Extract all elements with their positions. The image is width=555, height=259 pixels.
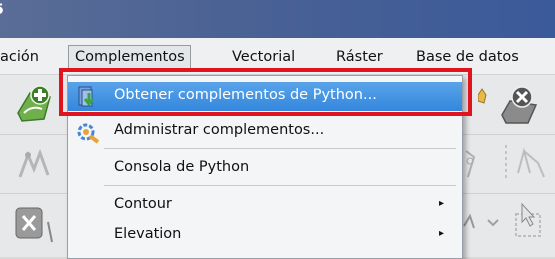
menu-item-label: Elevation <box>114 226 182 242</box>
window-titlebar: 5 <box>0 0 555 38</box>
menu-complementos[interactable]: Complementos <box>68 45 191 69</box>
menu-base-de-datos[interactable]: Base de datos <box>416 49 519 65</box>
menu-item-administrar-complementos[interactable]: Administrar complementos... <box>68 117 462 146</box>
select-features-icon[interactable] <box>510 200 550 244</box>
window-title: 5 <box>0 2 4 18</box>
menu-raster[interactable]: Ráster <box>336 49 383 65</box>
star-icon[interactable] <box>477 85 492 111</box>
plugin-manage-icon <box>76 120 102 148</box>
menu-configuracion[interactable]: ación <box>0 49 39 65</box>
submenu-arrow-icon: ▸ <box>438 198 444 209</box>
delete-selected-icon[interactable] <box>14 204 54 248</box>
menu-item-contour[interactable]: Contour ▸ <box>68 191 462 220</box>
annotation-highlight-box <box>59 68 472 116</box>
dropdown-chevron-icon[interactable] <box>462 210 502 238</box>
menu-separator <box>104 185 456 186</box>
menu-item-elevation[interactable]: Elevation ▸ <box>68 221 462 250</box>
submenu-arrow-icon: ▸ <box>438 228 444 239</box>
menu-vectorial[interactable]: Vectorial <box>232 49 295 65</box>
split-features-icon[interactable] <box>500 143 550 187</box>
menu-item-label: Contour <box>114 196 172 212</box>
remove-layer-icon[interactable] <box>498 85 542 131</box>
menu-item-consola-python[interactable]: Consola de Python <box>68 154 462 183</box>
menu-item-label: Consola de Python <box>114 159 250 175</box>
node-tool-icon[interactable] <box>462 147 478 185</box>
menu-separator <box>104 148 456 149</box>
add-layer-icon[interactable] <box>14 83 58 127</box>
digitize-icon[interactable] <box>14 147 60 187</box>
menu-item-label: Administrar complementos... <box>114 122 325 138</box>
